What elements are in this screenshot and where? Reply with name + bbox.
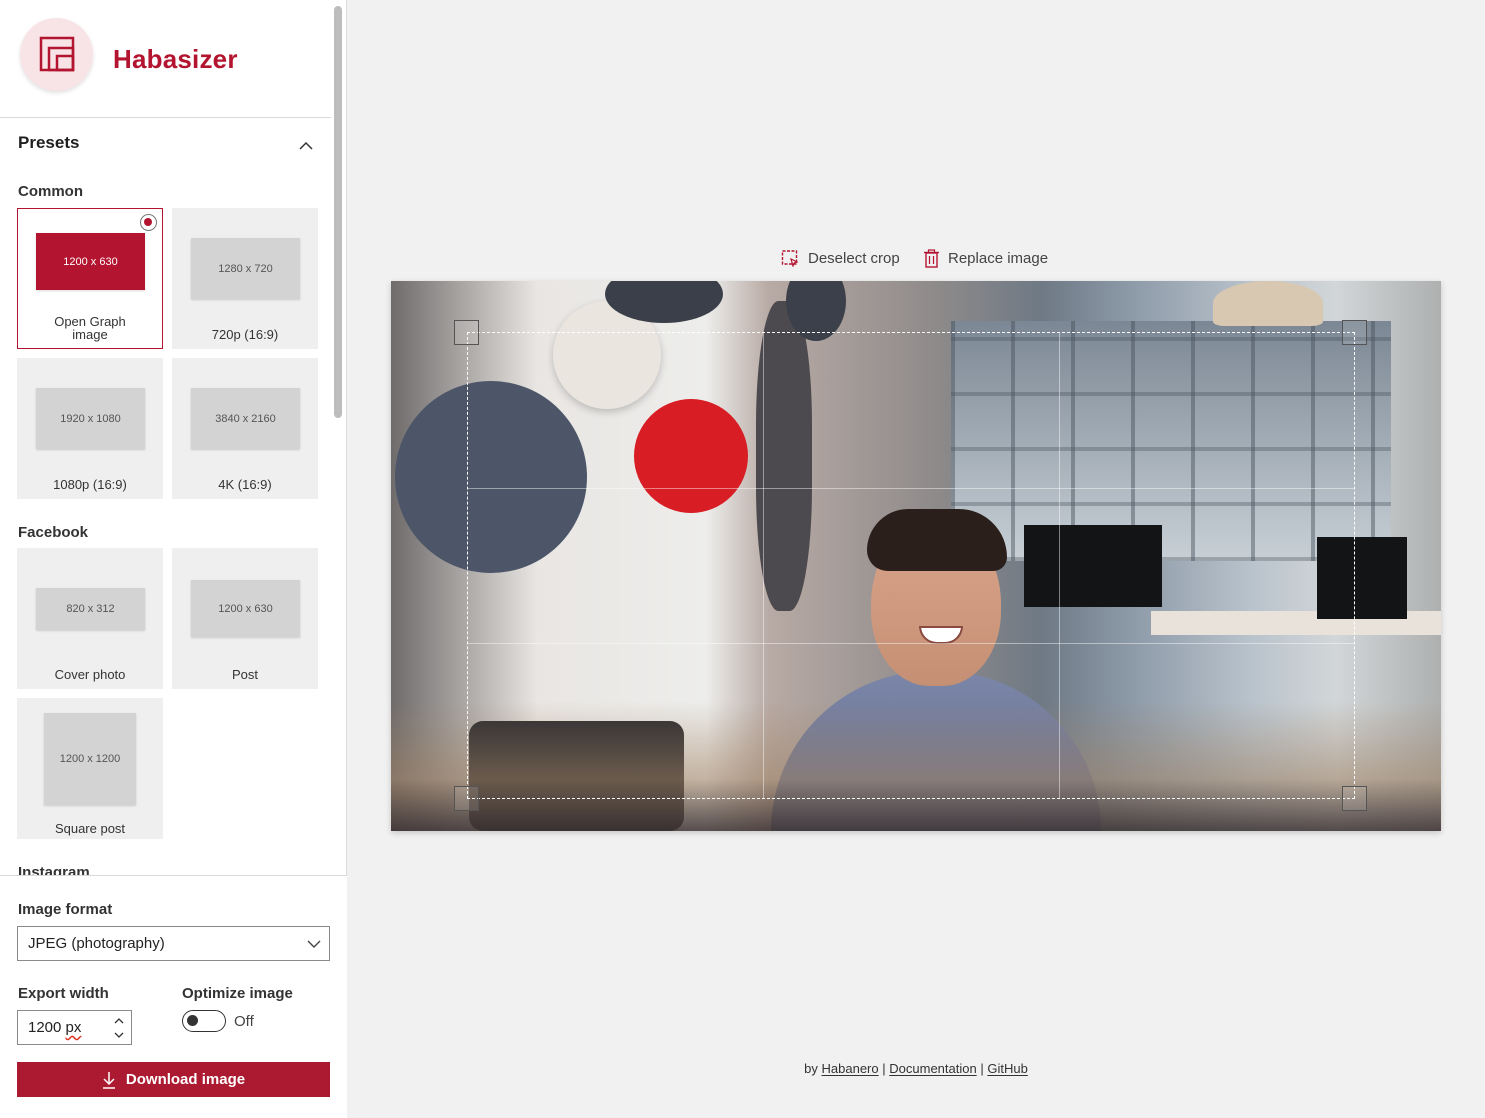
selected-radio-icon bbox=[140, 214, 157, 231]
export-width-label: Export width bbox=[18, 985, 109, 1002]
github-link[interactable]: GitHub bbox=[987, 1061, 1027, 1076]
deselect-crop-icon bbox=[781, 250, 799, 267]
sidebar-scrollbar[interactable] bbox=[334, 6, 342, 418]
group-label-common: Common bbox=[18, 183, 83, 200]
presets-heading: Presets bbox=[18, 133, 80, 152]
deselect-crop-button[interactable]: Deselect crop bbox=[781, 249, 900, 267]
deselect-crop-label: Deselect crop bbox=[808, 249, 900, 267]
preset-label: Open Graph image bbox=[54, 314, 126, 342]
crop-handle-top-left[interactable] bbox=[454, 320, 479, 345]
optimize-toggle[interactable] bbox=[182, 1010, 226, 1032]
preset-label: Post bbox=[231, 667, 258, 682]
sidebar: Habasizer Presets Common 1200 x 630 Open… bbox=[0, 0, 347, 1118]
export-controls: Image format JPEG (photography) Export w… bbox=[0, 875, 347, 1118]
footer-separator: | bbox=[882, 1061, 886, 1076]
crop-handle-bottom-left[interactable] bbox=[454, 786, 479, 811]
group-label-facebook: Facebook bbox=[18, 524, 89, 541]
replace-image-button[interactable]: Replace image bbox=[923, 249, 1048, 268]
preset-tile-cover-photo[interactable]: 820 x 312 Cover photo bbox=[17, 548, 163, 689]
footer: by Habanero | Documentation | GitHub bbox=[0, 1061, 1485, 1076]
chevron-up-icon[interactable] bbox=[298, 139, 314, 151]
presets-panel[interactable]: Presets Common 1200 x 630 Open Graph ima… bbox=[0, 119, 331, 875]
preset-tile-1080p[interactable]: 1920 x 1080 1080p (16:9) bbox=[17, 358, 163, 499]
image-format-value: JPEG (photography) bbox=[28, 935, 165, 952]
group-label-instagram: Instagram bbox=[18, 864, 90, 875]
preset-preview: 1280 x 720 bbox=[191, 238, 300, 299]
export-width-value: 1200 bbox=[28, 1019, 62, 1036]
crop-selection[interactable] bbox=[467, 332, 1355, 799]
preset-preview: 820 x 312 bbox=[36, 588, 145, 630]
footer-separator: | bbox=[980, 1061, 984, 1076]
export-width-input[interactable]: 1200 px bbox=[17, 1010, 132, 1045]
optimize-image-label: Optimize image bbox=[182, 985, 293, 1002]
app-header: Habasizer bbox=[0, 0, 331, 118]
crop-grid-line bbox=[763, 333, 764, 798]
optimize-state: Off bbox=[234, 1013, 254, 1030]
preset-tile-4k[interactable]: 3840 x 2160 4K (16:9) bbox=[172, 358, 318, 499]
preset-label: 4K (16:9) bbox=[218, 477, 272, 492]
footer-prefix: by bbox=[804, 1061, 818, 1076]
preset-preview: 1200 x 630 bbox=[191, 580, 300, 637]
image-format-select[interactable]: JPEG (photography) bbox=[17, 926, 330, 961]
trash-icon bbox=[924, 249, 939, 268]
preset-label: Square post bbox=[54, 821, 126, 836]
chevron-down-icon bbox=[307, 940, 321, 948]
preset-label: 720p (16:9) bbox=[211, 327, 279, 342]
crop-grid-line bbox=[468, 488, 1354, 489]
app-title: Habasizer bbox=[113, 44, 238, 74]
app-logo-icon bbox=[20, 18, 93, 91]
crop-handle-bottom-right[interactable] bbox=[1342, 786, 1367, 811]
crop-grid-line bbox=[1059, 333, 1060, 798]
number-stepper-icon[interactable] bbox=[113, 1015, 125, 1041]
preset-preview: 3840 x 2160 bbox=[191, 388, 300, 449]
preset-preview: 1200 x 630 bbox=[36, 233, 145, 290]
preset-preview: 1200 x 1200 bbox=[44, 713, 136, 805]
preset-tile-post[interactable]: 1200 x 630 Post bbox=[172, 548, 318, 689]
replace-image-label: Replace image bbox=[948, 250, 1049, 267]
preset-label: 1080p (16:9) bbox=[53, 477, 127, 492]
preset-tile-square-post[interactable]: 1200 x 1200 Square post bbox=[17, 698, 163, 839]
image-format-label: Image format bbox=[18, 901, 113, 918]
crop-grid-line bbox=[468, 643, 1354, 644]
photo-decor bbox=[1213, 281, 1323, 326]
preset-label: Cover photo bbox=[54, 667, 126, 682]
export-width-unit: px bbox=[65, 1019, 82, 1036]
habanero-link[interactable]: Habanero bbox=[822, 1061, 879, 1076]
preset-tile-open-graph[interactable]: 1200 x 630 Open Graph image bbox=[17, 208, 163, 349]
crop-handle-top-right[interactable] bbox=[1342, 320, 1367, 345]
documentation-link[interactable]: Documentation bbox=[889, 1061, 976, 1076]
preset-tile-720p[interactable]: 1280 x 720 720p (16:9) bbox=[172, 208, 318, 349]
preset-preview: 1920 x 1080 bbox=[36, 388, 145, 449]
